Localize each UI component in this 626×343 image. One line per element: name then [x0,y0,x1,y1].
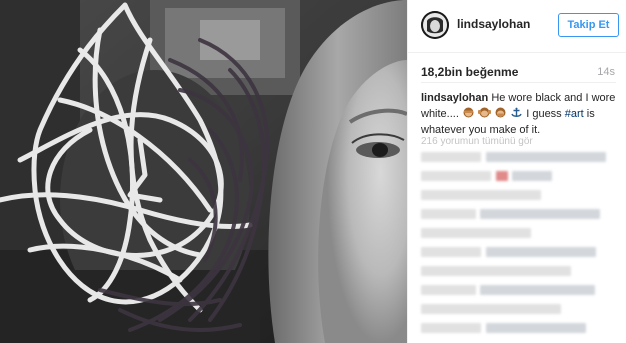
blurred-comment [486,152,606,162]
timestamp[interactable]: 14s [597,66,615,78]
blurred-comment [486,323,586,333]
view-all-comments-link[interactable]: 216 yorumun tümünü gör [421,136,533,147]
blurred-comment [512,171,552,181]
avatar[interactable] [421,11,449,39]
hashtag-link[interactable]: #art [565,108,584,120]
blurred-comment [421,247,481,257]
follow-button[interactable]: Takip Et [558,13,619,37]
anchor-icon [511,107,522,117]
speak-no-evil-monkey-icon [495,107,506,118]
see-no-evil-monkey-icon [463,107,474,118]
username-link[interactable]: lindsaylohan [457,17,530,31]
post-caption: lindsaylohan He wore black and I wore wh… [421,90,617,138]
caption-text-2: I guess [526,108,562,120]
blurred-comment [496,171,508,181]
blurred-comment [480,209,600,219]
post-header: lindsaylohan Takip Et [408,0,626,53]
like-count[interactable]: 18,2bin beğenme [421,65,518,79]
blurred-comment [421,266,571,276]
post-sidebar: lindsaylohan Takip Et 18,2bin beğenme 14… [408,0,626,343]
caption-username[interactable]: lindsaylohan [421,92,488,104]
post-image [0,0,407,343]
blurred-comment [421,285,476,295]
blurred-comment [421,304,561,314]
post-photo[interactable] [0,0,407,343]
blurred-comment [421,171,491,181]
blurred-comment [480,285,595,295]
hear-no-evil-monkey-icon [478,107,492,118]
section-divider [421,82,616,83]
blurred-comment [486,247,596,257]
blurred-comment [421,323,481,333]
blurred-comment [421,152,481,162]
blurred-comment [421,190,541,200]
blurred-comment [421,209,476,219]
blurred-comment [421,228,531,238]
profile-avatar-icon [421,11,449,39]
